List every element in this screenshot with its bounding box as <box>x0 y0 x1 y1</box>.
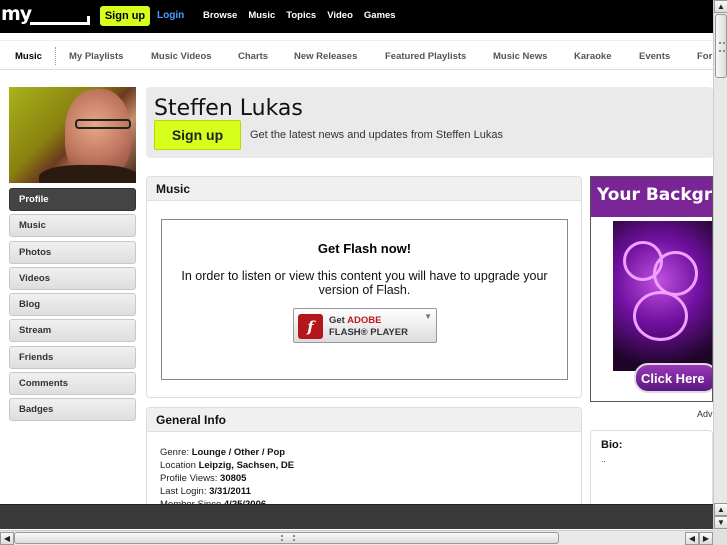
scrollbar-corner <box>713 530 727 545</box>
general-info-list: Genre: Lounge / Other / Pop Location Lei… <box>147 432 581 511</box>
subnav-music[interactable]: Music <box>15 51 42 62</box>
flash-badge-adobe: ADOBE <box>347 315 382 326</box>
grip-icon <box>281 535 295 541</box>
scroll-down-arrow-icon[interactable]: ▼ <box>714 516 727 529</box>
info-label: Last Login: <box>160 486 207 497</box>
nav-topics[interactable]: Topics <box>286 10 316 21</box>
scroll-up-arrow-icon[interactable]: ▲ <box>714 0 727 13</box>
flash-logo-icon: f <box>298 314 323 339</box>
scroll-up-arrow-icon-lower[interactable]: ▲ <box>714 503 727 516</box>
nav-games[interactable]: Games <box>364 10 396 21</box>
ad-label: Adv <box>697 409 713 419</box>
avatar-glasses <box>75 119 131 129</box>
get-flash-button[interactable]: f Get ADOBE FLASH® PLAYER ▼ <box>293 308 437 343</box>
subnav-my-playlists[interactable]: My Playlists <box>69 51 123 62</box>
signup-button-profile[interactable]: Sign up <box>154 120 241 150</box>
info-row-location: Location Leipzig, Sachsen, DE <box>160 459 581 472</box>
subnav-featured-playlists[interactable]: Featured Playlists <box>385 51 466 62</box>
subnav-karaoke[interactable]: Karaoke <box>574 51 612 62</box>
avatar-shirt <box>39 165 136 183</box>
scroll-left-arrow-icon[interactable]: ◀ <box>0 532 14 545</box>
general-info-panel: General Info Genre: Lounge / Other / Pop… <box>146 407 582 517</box>
sidenav-music[interactable]: Music <box>9 214 136 238</box>
sidenav-videos[interactable]: Videos <box>9 266 136 290</box>
scroll-right-arrow-icon[interactable]: ▶ <box>699 532 713 545</box>
nav-music[interactable]: Music <box>248 10 275 21</box>
sidenav-friends[interactable]: Friends <box>9 345 136 369</box>
logo-tick <box>87 16 90 25</box>
nav-browse[interactable]: Browse <box>203 10 237 21</box>
flash-title: Get Flash now! <box>317 241 412 256</box>
subnav-music-news[interactable]: Music News <box>493 51 547 62</box>
signup-tagline: Get the latest news and updates from Ste… <box>250 129 503 141</box>
info-label: Location <box>160 460 196 471</box>
info-value: Lounge / Other / Pop <box>191 447 286 458</box>
info-value: Leipzig, Sachsen, DE <box>198 460 295 471</box>
subnav-for[interactable]: For <box>697 51 712 62</box>
info-row-last-login: Last Login: 3/31/2011 <box>160 485 581 498</box>
grip-icon <box>719 42 725 52</box>
bio-panel: Bio: .. <box>590 430 713 510</box>
sidenav-blog[interactable]: Blog <box>9 293 136 317</box>
nav-video[interactable]: Video <box>327 10 353 21</box>
vertical-scroll-thumb[interactable] <box>715 14 727 78</box>
sidenav-badges[interactable]: Badges <box>9 398 136 422</box>
scroll-left-arrow-icon-right[interactable]: ◀ <box>685 532 699 545</box>
flash-badge-player: FLASH® PLAYER <box>329 327 408 338</box>
flash-message: In order to listen or view this content … <box>181 269 548 297</box>
subnav-music-videos[interactable]: Music Videos <box>151 51 212 62</box>
info-value: 3/31/2011 <box>209 486 251 497</box>
sidenav-comments[interactable]: Comments <box>9 372 136 396</box>
vertical-scrollbar[interactable]: ▲ ▲ ▼ <box>713 0 727 530</box>
ad-hearts-image <box>613 221 712 371</box>
bio-text: .. <box>601 454 607 464</box>
logo-text: my <box>1 3 32 25</box>
music-panel: Music Get Flash now! In order to listen … <box>146 176 582 398</box>
info-row-views: Profile Views: 30805 <box>160 472 581 485</box>
subnav-new-releases[interactable]: New Releases <box>294 51 357 62</box>
ad-click-here-button[interactable]: Click Here <box>634 363 712 393</box>
horizontal-scroll-thumb[interactable] <box>14 532 559 544</box>
horizontal-scrollbar[interactable]: ◀ ◀ ▶ <box>0 530 713 545</box>
info-row-genre: Genre: Lounge / Other / Pop <box>160 446 581 459</box>
heart-shape <box>653 251 698 296</box>
subnav-charts[interactable]: Charts <box>238 51 268 62</box>
flash-badge-line1: Get ADOBE <box>329 315 381 326</box>
download-arrow-icon: ▼ <box>424 312 432 321</box>
sidenav-stream[interactable]: Stream <box>9 319 136 343</box>
advertisement[interactable]: Your Backgr Click Here <box>590 176 713 402</box>
profile-name: Steffen Lukas <box>154 96 303 121</box>
subnav-divider <box>55 47 56 65</box>
top-nav: Browse Music Topics Video Games <box>203 10 407 21</box>
info-value: 30805 <box>220 473 247 484</box>
bio-title: Bio: <box>601 439 623 451</box>
flash-placeholder: Get Flash now! In order to listen or vie… <box>161 219 568 380</box>
subnav-events[interactable]: Events <box>639 51 670 62</box>
flash-badge-get: Get <box>329 315 345 326</box>
top-bar: my Sign up Login Browse Music Topics Vid… <box>0 0 713 33</box>
profile-sidenav: Profile Music Photos Videos Blog Stream … <box>9 188 136 425</box>
logo-underline <box>30 22 90 25</box>
sidenav-profile[interactable]: Profile <box>9 188 136 211</box>
general-info-title: General Info <box>147 408 581 432</box>
music-subnav: Music My Playlists Music Videos Charts N… <box>0 40 713 70</box>
signup-button-top[interactable]: Sign up <box>100 6 150 26</box>
ad-headline: Your Backgr <box>591 177 712 217</box>
music-panel-title: Music <box>147 177 581 201</box>
heart-shape <box>633 291 688 341</box>
bottom-toolbar <box>0 504 713 529</box>
profile-avatar[interactable] <box>9 87 136 183</box>
myspace-logo[interactable]: my <box>0 3 92 29</box>
sidenav-photos[interactable]: Photos <box>9 240 136 264</box>
info-label: Genre: <box>160 447 190 458</box>
info-label: Profile Views: <box>160 473 218 484</box>
login-link[interactable]: Login <box>157 10 184 21</box>
